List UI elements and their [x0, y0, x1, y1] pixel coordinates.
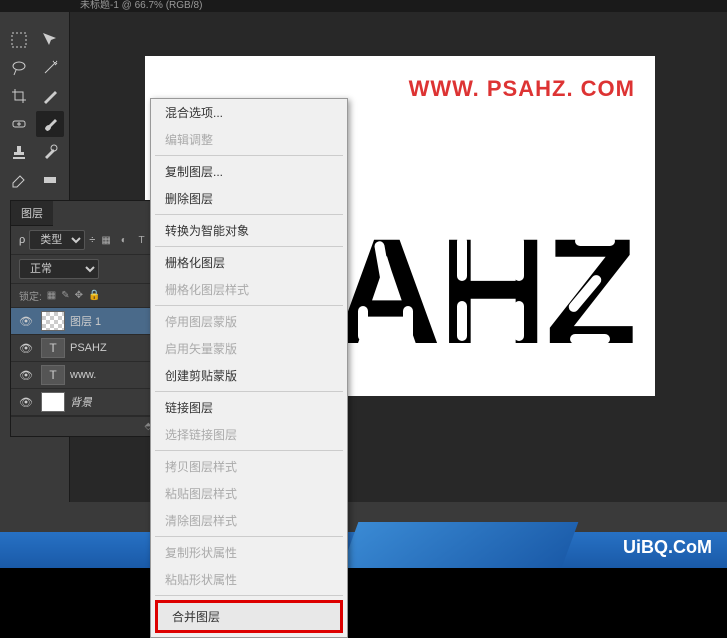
menu-merge-layers[interactable]: 合并图层 [158, 603, 340, 630]
filter-pixel-icon[interactable]: ▦ [99, 232, 113, 248]
menu-blend-options[interactable]: 混合选项... [151, 99, 347, 126]
eraser-tool[interactable] [5, 167, 33, 193]
filter-type-icon[interactable]: T [135, 232, 149, 248]
marquee-tool[interactable] [5, 27, 33, 53]
layer-thumb: T [41, 365, 65, 385]
menu-separator [155, 595, 343, 596]
menu-convert-smart-object[interactable]: 转换为智能对象 [151, 217, 347, 244]
lock-position-icon[interactable]: ✥ [75, 290, 83, 301]
layer-thumb [41, 311, 65, 331]
layer-context-menu: 混合选项... 编辑调整 复制图层... 删除图层 转换为智能对象 栅格化图层 … [150, 98, 348, 638]
lock-brush-icon[interactable]: ✎ [61, 290, 69, 301]
taskbar-decoration [342, 522, 579, 568]
lock-pixels-icon[interactable]: ▦ [47, 290, 56, 301]
layer-name: PSAHZ [70, 342, 107, 354]
menu-separator [155, 214, 343, 215]
layer-thumb: T [41, 338, 65, 358]
menu-duplicate-layer[interactable]: 复制图层... [151, 158, 347, 185]
canvas-watermark: WWW. PSAHZ. COM [409, 76, 635, 102]
menu-separator [155, 450, 343, 451]
visibility-toggle[interactable]: 👁 [16, 396, 36, 409]
stamp-tool[interactable] [5, 139, 33, 165]
page-watermark: UiBQ.CoM [623, 537, 712, 558]
visibility-toggle[interactable]: 👁 [16, 315, 36, 328]
menu-highlight-box: 合并图层 [155, 600, 343, 633]
menu-separator [155, 536, 343, 537]
visibility-toggle[interactable]: 👁 [16, 342, 36, 355]
menu-separator [155, 155, 343, 156]
menu-copy-layer-style: 拷贝图层样式 [151, 453, 347, 480]
windows-taskbar[interactable] [0, 532, 727, 568]
heal-tool[interactable] [5, 111, 33, 137]
crop-tool[interactable] [5, 83, 33, 109]
menu-paste-shape-attr: 粘贴形状属性 [151, 566, 347, 593]
menu-edit-adjustment: 编辑调整 [151, 126, 347, 153]
layer-thumb [41, 392, 65, 412]
history-brush-tool[interactable] [36, 139, 64, 165]
menu-clear-layer-style: 清除图层样式 [151, 507, 347, 534]
menu-enable-vector-mask: 启用矢量蒙版 [151, 335, 347, 362]
menu-separator [155, 305, 343, 306]
menu-delete-layer[interactable]: 删除图层 [151, 185, 347, 212]
menu-copy-shape-attr: 复制形状属性 [151, 539, 347, 566]
photoshop-window: 未标题-1 @ 66.7% (RGB/8) WWW. PSAHZ. [0, 0, 727, 568]
menu-disable-layer-mask: 停用图层蒙版 [151, 308, 347, 335]
layer-name: www. [70, 369, 96, 381]
wand-tool[interactable] [36, 55, 64, 81]
menu-separator [155, 391, 343, 392]
eyedropper-tool[interactable] [36, 83, 64, 109]
menu-paste-layer-style: 粘贴图层样式 [151, 480, 347, 507]
move-tool[interactable] [36, 27, 64, 53]
document-title: 未标题-1 @ 66.7% (RGB/8) [0, 0, 727, 12]
visibility-toggle[interactable]: 👁 [16, 369, 36, 382]
layers-tab[interactable]: 图层 [11, 201, 53, 226]
brush-tool[interactable] [36, 111, 64, 137]
gradient-tool[interactable] [36, 167, 64, 193]
menu-rasterize-layer[interactable]: 栅格化图层 [151, 249, 347, 276]
menu-separator [155, 246, 343, 247]
lasso-tool[interactable] [5, 55, 33, 81]
menu-link-layers[interactable]: 链接图层 [151, 394, 347, 421]
blend-mode-select[interactable]: 正常 [19, 259, 99, 279]
layer-filter-type[interactable]: 类型 [29, 230, 85, 250]
menu-create-clipping-mask[interactable]: 创建剪贴蒙版 [151, 362, 347, 389]
filter-adjust-icon[interactable]: ◐ [117, 232, 131, 248]
menu-rasterize-style: 栅格化图层样式 [151, 276, 347, 303]
layer-name: 背景 [70, 394, 92, 410]
menu-select-linked: 选择链接图层 [151, 421, 347, 448]
layer-name: 图层 1 [70, 313, 101, 329]
lock-all-icon[interactable]: 🔒 [88, 290, 100, 301]
